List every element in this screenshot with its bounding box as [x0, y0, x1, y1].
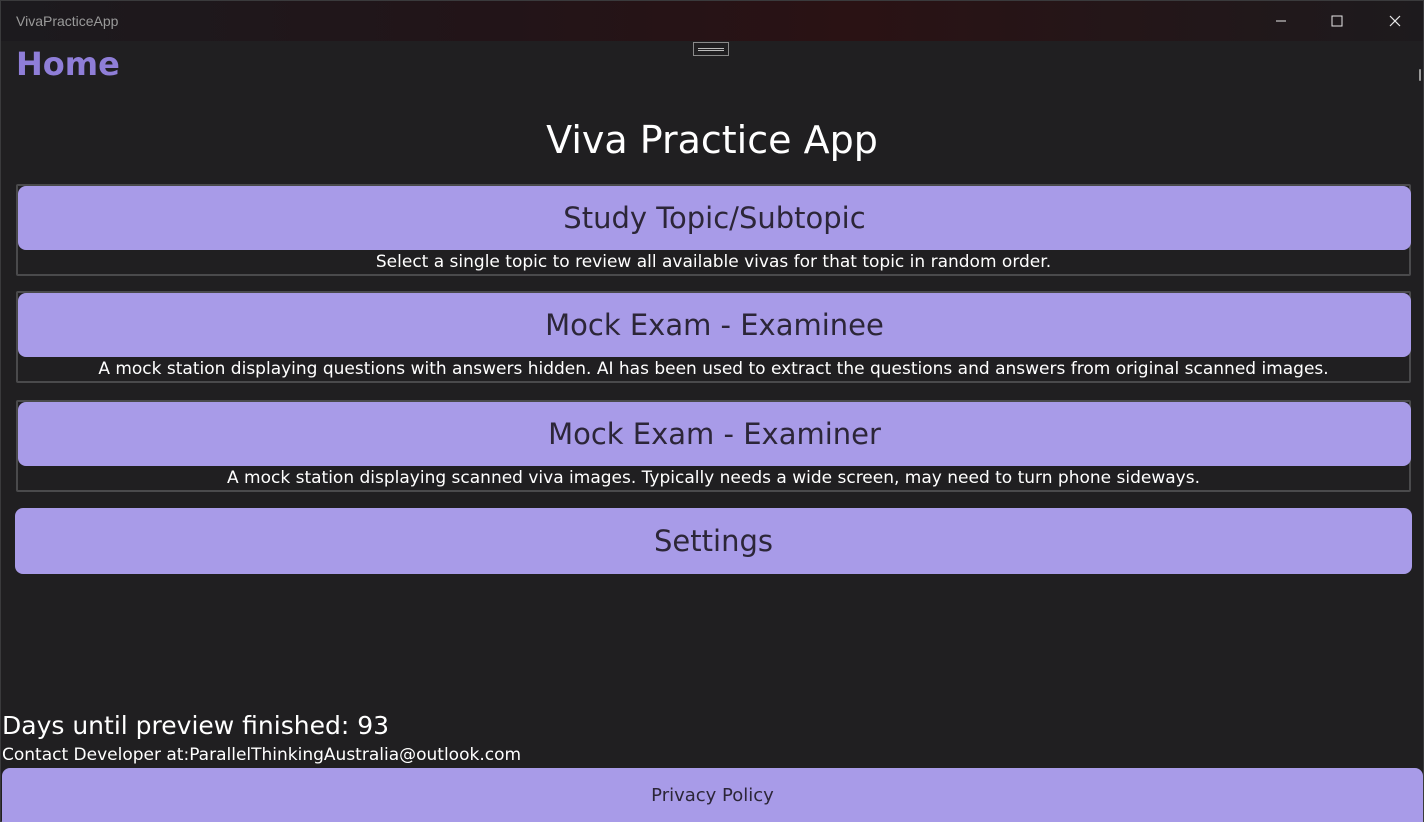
- drag-handle-icon[interactable]: [693, 42, 729, 56]
- maximize-button[interactable]: [1309, 1, 1365, 41]
- mock-exam-examinee-description: A mock station displaying questions with…: [98, 359, 1329, 379]
- preview-days-remaining: Days until preview finished: 93: [2, 711, 389, 740]
- study-topic-card: Study Topic/Subtopic Select a single top…: [16, 184, 1411, 276]
- privacy-policy-button[interactable]: Privacy Policy: [2, 768, 1423, 822]
- maximize-icon: [1331, 15, 1343, 27]
- page-title: Home: [16, 45, 120, 83]
- minimize-icon: [1276, 20, 1286, 22]
- mock-exam-examiner-description: A mock station displaying scanned viva i…: [227, 468, 1200, 488]
- window-title: VivaPracticeApp: [16, 13, 119, 29]
- app-window: VivaPracticeApp Home Viva Practice App S…: [0, 0, 1424, 822]
- settings-button[interactable]: Settings: [15, 508, 1412, 574]
- app-heading: Viva Practice App: [546, 118, 878, 162]
- study-topic-description: Select a single topic to review all avai…: [375, 252, 1052, 272]
- contact-developer-text: Contact Developer at:ParallelThinkingAus…: [2, 745, 522, 765]
- mock-exam-examinee-button[interactable]: Mock Exam - Examinee: [18, 293, 1411, 357]
- close-icon: [1389, 15, 1401, 27]
- mock-exam-examiner-card: Mock Exam - Examiner A mock station disp…: [16, 400, 1411, 492]
- study-topic-button[interactable]: Study Topic/Subtopic: [18, 186, 1411, 250]
- close-button[interactable]: [1367, 1, 1423, 41]
- minimize-button[interactable]: [1253, 1, 1309, 41]
- mock-exam-examiner-button[interactable]: Mock Exam - Examiner: [18, 402, 1411, 466]
- scrollbar-indicator[interactable]: [1419, 69, 1421, 81]
- title-bar[interactable]: VivaPracticeApp: [1, 1, 1423, 41]
- mock-exam-examinee-card: Mock Exam - Examinee A mock station disp…: [16, 291, 1411, 383]
